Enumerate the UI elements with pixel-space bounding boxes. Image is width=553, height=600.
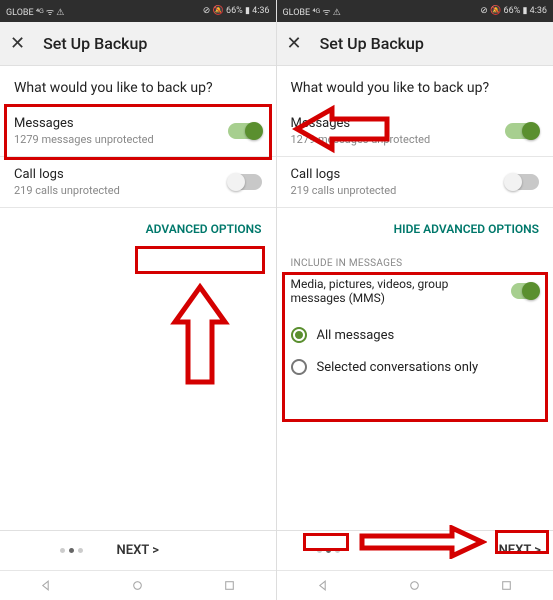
messages-sub: 1279 messages unprotected: [291, 133, 506, 146]
status-bar: GLOBE ⁴ᴳ ᯤ ⚠ ⊘ 🔕 66% ▮ 4:36: [277, 0, 553, 22]
nav-back-icon[interactable]: [316, 579, 329, 592]
messages-title: Messages: [14, 116, 228, 131]
page-title: Set Up Backup: [43, 34, 147, 53]
backup-question: What would you like to back up?: [0, 66, 276, 106]
advanced-panel: INCLUDE IN MESSAGES Media, pictures, vid…: [277, 250, 553, 391]
nav-recent-icon[interactable]: [223, 579, 236, 592]
radio-icon: [291, 327, 307, 343]
app-bar: ✕ Set Up Backup: [0, 22, 276, 66]
nav-home-icon[interactable]: [131, 579, 144, 592]
nav-back-icon[interactable]: [39, 579, 52, 592]
media-toggle[interactable]: [511, 283, 539, 299]
radio-selected-only[interactable]: Selected conversations only: [291, 351, 540, 383]
radio-selected-label: Selected conversations only: [317, 360, 479, 375]
radio-all-messages[interactable]: All messages: [291, 319, 540, 351]
status-bar: GLOBE ⁴ᴳ ᯤ ⚠ ⊘ 🔕 66% ▮ 4:36: [0, 0, 276, 22]
messages-sub: 1279 messages unprotected: [14, 133, 228, 146]
android-nav-bar: [0, 570, 276, 600]
status-left: GLOBE ⁴ᴳ ᯤ ⚠: [6, 5, 64, 18]
bottom-bar: NEXT >: [0, 530, 276, 570]
call-logs-row[interactable]: Call logs 219 calls unprotected: [0, 157, 276, 207]
messages-row[interactable]: Messages 1279 messages unprotected: [0, 106, 276, 156]
page-dots: [317, 548, 340, 553]
next-button[interactable]: NEXT >: [117, 543, 159, 558]
bottom-bar: NEXT >: [277, 530, 553, 570]
radio-icon: [291, 359, 307, 375]
media-label: Media, pictures, videos, group messages …: [291, 277, 511, 305]
backup-question: What would you like to back up?: [277, 66, 553, 106]
messages-toggle[interactable]: [228, 123, 262, 139]
call-logs-row[interactable]: Call logs 219 calls unprotected: [277, 157, 553, 207]
app-bar: ✕ Set Up Backup: [277, 22, 553, 66]
status-right: ⊘ 🔕 66% ▮ 4:36: [203, 6, 270, 16]
messages-row[interactable]: Messages 1279 messages unprotected: [277, 106, 553, 156]
advanced-options-link[interactable]: ADVANCED OPTIONS: [0, 208, 276, 250]
nav-home-icon[interactable]: [408, 579, 421, 592]
page-dots: [60, 548, 83, 553]
media-row[interactable]: Media, pictures, videos, group messages …: [291, 277, 540, 305]
close-icon[interactable]: ✕: [10, 33, 25, 54]
next-button[interactable]: NEXT >: [499, 543, 541, 558]
status-left: GLOBE ⁴ᴳ ᯤ ⚠: [283, 5, 341, 18]
radio-all-label: All messages: [317, 328, 395, 343]
hide-advanced-options-link[interactable]: HIDE ADVANCED OPTIONS: [277, 208, 553, 250]
call-logs-toggle[interactable]: [505, 174, 539, 190]
call-logs-sub: 219 calls unprotected: [291, 184, 506, 197]
nav-recent-icon[interactable]: [500, 579, 513, 592]
messages-toggle[interactable]: [505, 123, 539, 139]
call-logs-toggle[interactable]: [228, 174, 262, 190]
status-right: ⊘ 🔕 66% ▮ 4:36: [480, 6, 547, 16]
call-logs-title: Call logs: [14, 167, 228, 182]
android-nav-bar: [277, 570, 553, 600]
page-title: Set Up Backup: [320, 34, 424, 53]
messages-title: Messages: [291, 116, 506, 131]
call-logs-sub: 219 calls unprotected: [14, 184, 228, 197]
close-icon[interactable]: ✕: [287, 33, 302, 54]
advanced-header: INCLUDE IN MESSAGES: [291, 258, 540, 269]
call-logs-title: Call logs: [291, 167, 506, 182]
